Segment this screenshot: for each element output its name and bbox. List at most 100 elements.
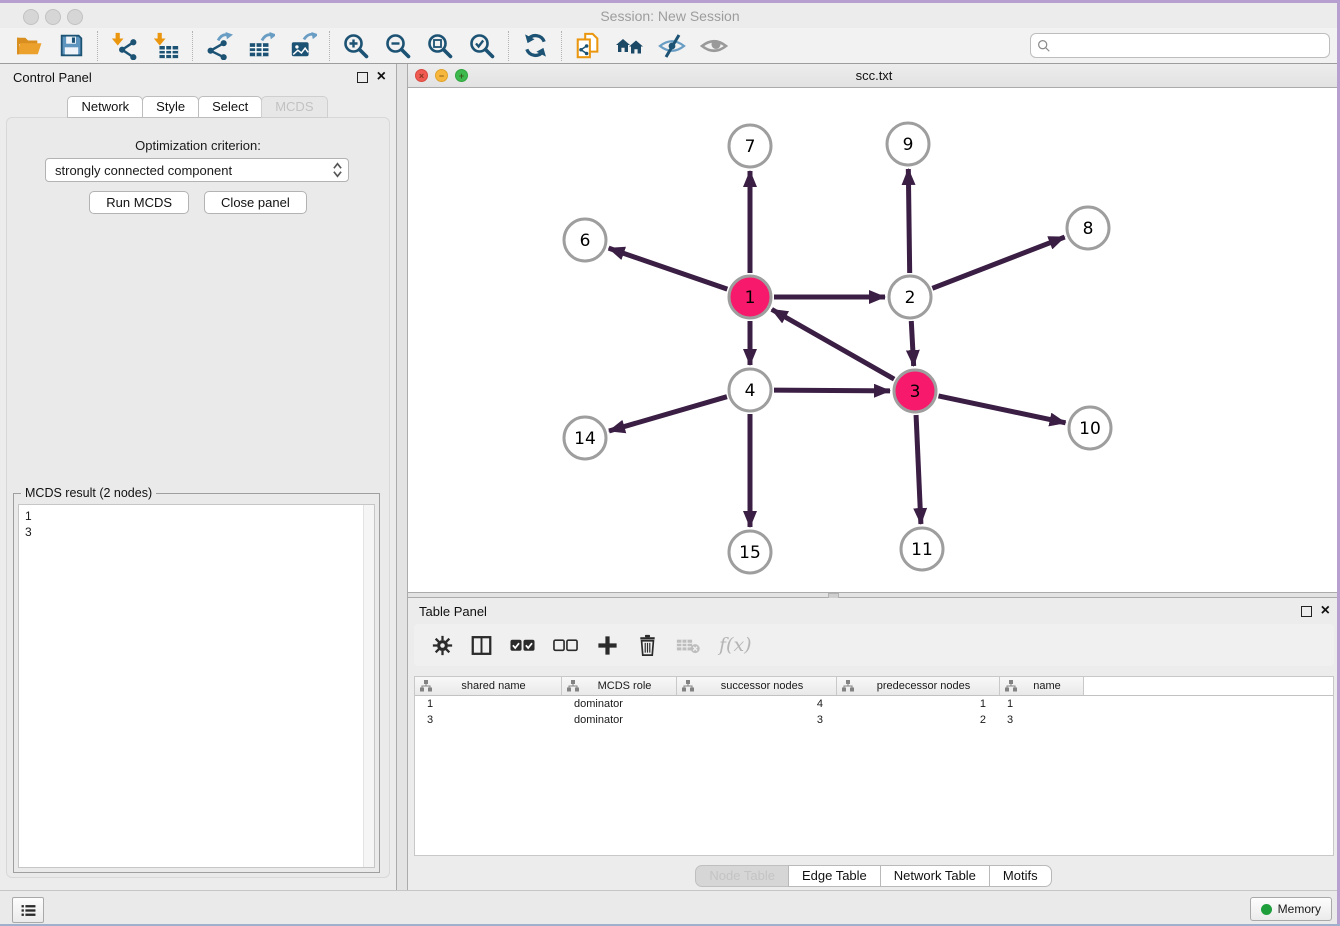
export-table-icon (247, 32, 275, 60)
hide-selected-button[interactable] (651, 30, 693, 62)
table-tab-edge-table[interactable]: Edge Table (788, 865, 881, 887)
network-graph[interactable]: 7 9 6 8 1 2 4 3 14 10 15 11 (408, 88, 1340, 591)
cell-mcds-role[interactable]: dominator (562, 714, 677, 726)
table-settings-button[interactable] (432, 635, 453, 656)
cell-name[interactable]: 1 (1000, 698, 1084, 710)
titlebar[interactable]: Session: New Session (0, 3, 1340, 28)
graph-node-3[interactable]: 3 (894, 370, 936, 412)
graph-node-11[interactable]: 11 (901, 528, 943, 570)
float-panel-icon[interactable] (1301, 606, 1312, 617)
import-table-button[interactable] (145, 30, 187, 62)
memory-button[interactable]: Memory (1250, 897, 1332, 921)
export-network-icon (205, 32, 233, 60)
export-network-button[interactable] (198, 30, 240, 62)
memory-label: Memory (1278, 902, 1321, 916)
delete-table-button[interactable] (676, 637, 701, 654)
graph-node-4[interactable]: 4 (729, 369, 771, 411)
export-image-button[interactable] (282, 30, 324, 62)
deselect-all-button[interactable] (553, 638, 578, 653)
control-tab-select[interactable]: Select (198, 96, 262, 118)
table-panel-header: Table Panel × (408, 598, 1340, 624)
cell-predecessor-nodes[interactable]: 1 (837, 698, 1000, 710)
column-header-predecessor-nodes[interactable]: predecessor nodes (837, 677, 1000, 695)
column-header-shared-name[interactable]: shared name (415, 677, 562, 695)
graph-node-10[interactable]: 10 (1069, 407, 1111, 449)
select-all-button[interactable] (510, 638, 535, 653)
control-tab-style[interactable]: Style (142, 96, 199, 118)
splitter-grip[interactable] (399, 462, 405, 486)
table-header-row: shared nameMCDS rolesuccessor nodesprede… (415, 677, 1333, 696)
graph-node-1[interactable]: 1 (729, 276, 771, 318)
clone-network-button[interactable] (567, 30, 609, 62)
vertical-splitter[interactable] (396, 64, 408, 890)
table-tab-node-table[interactable]: Node Table (695, 865, 789, 887)
graph-edge-3-1[interactable] (772, 309, 894, 379)
search-box[interactable] (1030, 33, 1330, 58)
column-header-name[interactable]: name (1000, 677, 1084, 695)
close-panel-icon[interactable]: × (377, 71, 386, 83)
table-row[interactable]: 3dominator323 (415, 712, 1333, 728)
graph-node-15[interactable]: 15 (729, 531, 771, 573)
graph-edge-4-3[interactable] (774, 390, 890, 391)
import-table-icon (152, 32, 180, 60)
graph-edge-2-9[interactable] (908, 169, 909, 273)
cell-successor-nodes[interactable]: 4 (677, 698, 837, 710)
graph-node-14[interactable]: 14 (564, 417, 606, 459)
close-panel-icon[interactable]: × (1321, 605, 1330, 617)
graph-edge-3-10[interactable] (938, 396, 1065, 423)
column-header-mcds-role[interactable]: MCDS role (562, 677, 677, 695)
function-builder-button[interactable]: f(x) (719, 634, 752, 656)
column-header-successor-nodes[interactable]: successor nodes (677, 677, 837, 695)
cell-name[interactable]: 3 (1000, 714, 1084, 726)
apply-layout-button[interactable] (514, 30, 556, 62)
mcds-result-area[interactable]: 1 3 (18, 504, 375, 868)
svg-text:14: 14 (574, 429, 596, 449)
graph-node-9[interactable]: 9 (887, 123, 929, 165)
export-table-button[interactable] (240, 30, 282, 62)
import-network-button[interactable] (103, 30, 145, 62)
close-panel-button[interactable]: Close panel (204, 191, 307, 214)
result-scrollbar[interactable] (363, 505, 374, 867)
add-column-button[interactable] (596, 634, 619, 657)
graph-edge-4-14[interactable] (609, 397, 727, 431)
show-all-button[interactable] (693, 30, 735, 62)
task-history-button[interactable] (12, 897, 44, 923)
table-tab-motifs[interactable]: Motifs (989, 865, 1052, 887)
node-table[interactable]: shared nameMCDS rolesuccessor nodesprede… (414, 676, 1334, 856)
zoom-in-button[interactable] (335, 30, 377, 62)
table-row[interactable]: 1dominator411 (415, 696, 1333, 712)
float-panel-icon[interactable] (357, 72, 368, 83)
control-tab-mcds[interactable]: MCDS (261, 96, 327, 118)
cell-successor-nodes[interactable]: 3 (677, 714, 837, 726)
delete-column-button[interactable] (637, 634, 658, 656)
open-folder-icon (15, 34, 43, 58)
table-tab-network-table[interactable]: Network Table (880, 865, 990, 887)
graph-node-8[interactable]: 8 (1067, 207, 1109, 249)
graph-edge-2-3[interactable] (911, 321, 913, 366)
cell-mcds-role[interactable]: dominator (562, 698, 677, 710)
open-session-button[interactable] (8, 30, 50, 62)
cell-shared-name[interactable]: 3 (415, 714, 562, 726)
column-layout-button[interactable] (471, 635, 492, 656)
zoom-fit-button[interactable] (419, 30, 461, 62)
criterion-dropdown[interactable]: strongly connected component (45, 158, 349, 182)
network-window-titlebar[interactable]: × − + scc.txt (408, 64, 1340, 88)
save-disk-icon (59, 33, 84, 58)
graph-node-7[interactable]: 7 (729, 125, 771, 167)
graph-edge-2-8[interactable] (932, 237, 1064, 288)
table-body: 1dominator4113dominator323 (415, 696, 1333, 728)
graph-edge-3-11[interactable] (916, 415, 921, 524)
graph-edge-1-6[interactable] (609, 248, 728, 289)
search-input[interactable] (1051, 38, 1329, 54)
save-session-button[interactable] (50, 30, 92, 62)
control-tab-network[interactable]: Network (67, 96, 143, 118)
first-neighbors-button[interactable] (609, 30, 651, 62)
cell-predecessor-nodes[interactable]: 2 (837, 714, 1000, 726)
graph-node-2[interactable]: 2 (889, 276, 931, 318)
cell-shared-name[interactable]: 1 (415, 698, 562, 710)
zoom-selected-button[interactable] (461, 30, 503, 62)
zoom-out-button[interactable] (377, 30, 419, 62)
run-mcds-button[interactable]: Run MCDS (89, 191, 189, 214)
graph-node-6[interactable]: 6 (564, 219, 606, 261)
network-canvas[interactable]: 7 9 6 8 1 2 4 3 14 10 15 11 (408, 88, 1340, 592)
